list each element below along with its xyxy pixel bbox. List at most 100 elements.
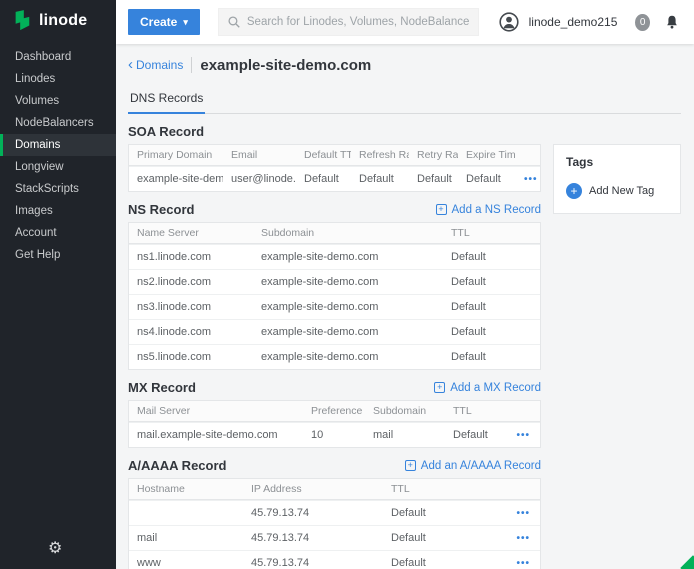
sidebar-nav: Dashboard Linodes Volumes NodeBalancers … bbox=[0, 46, 116, 266]
soa-record-section: SOA Record Primary Domain Email Default … bbox=[128, 124, 541, 192]
ns-record-section: NS Record + Add a NS Record Name Server … bbox=[128, 202, 541, 370]
row-actions-menu-icon[interactable]: ••• bbox=[516, 533, 530, 544]
create-label: Create bbox=[140, 15, 177, 29]
a-table-header: Hostname IP Address TTL bbox=[129, 479, 540, 500]
column-header: IP Address bbox=[243, 479, 383, 499]
side-column: Tags + Add New Tag bbox=[553, 144, 681, 214]
add-mx-record-label: Add a MX Record bbox=[450, 382, 541, 394]
ns-table: Name Server Subdomain TTL ns1.linode.com… bbox=[128, 222, 541, 370]
search-icon bbox=[227, 15, 241, 29]
create-button[interactable]: Create ▾ bbox=[128, 9, 200, 35]
avatar[interactable] bbox=[499, 12, 519, 32]
add-ns-record-button[interactable]: + Add a NS Record bbox=[436, 204, 542, 216]
username[interactable]: linode_demo215 bbox=[529, 15, 618, 29]
user-icon bbox=[499, 12, 519, 32]
mx-record-section: MX Record + Add a MX Record Mail Server … bbox=[128, 380, 541, 448]
table-row: ns2.linode.com example-site-demo.com Def… bbox=[129, 269, 540, 294]
column-header-actions bbox=[516, 151, 540, 159]
sidebar-item-domains[interactable]: Domains bbox=[0, 134, 116, 156]
a-section-head: A/AAAA Record + Add an A/AAAA Record bbox=[128, 458, 541, 473]
soa-table: Primary Domain Email Default TTL Refresh… bbox=[128, 144, 541, 192]
sidebar-item-nodebalancers[interactable]: NodeBalancers bbox=[0, 112, 116, 134]
a-ttl: Default bbox=[383, 501, 506, 525]
search-input[interactable] bbox=[247, 16, 470, 28]
sidebar-item-account[interactable]: Account bbox=[0, 222, 116, 244]
logo-text: linode bbox=[39, 12, 87, 30]
ns-section-title: NS Record bbox=[128, 202, 194, 217]
ns-section-head: NS Record + Add a NS Record bbox=[128, 202, 541, 217]
add-mx-record-button[interactable]: + Add a MX Record bbox=[434, 382, 541, 394]
sidebar-item-volumes[interactable]: Volumes bbox=[0, 90, 116, 112]
ns-name-server: ns4.linode.com bbox=[129, 320, 253, 344]
column-header: Refresh Rate bbox=[351, 145, 409, 165]
ns-name-server: ns2.linode.com bbox=[129, 270, 253, 294]
ns-subdomain: example-site-demo.com bbox=[253, 245, 443, 269]
ns-name-server: ns5.linode.com bbox=[129, 345, 253, 369]
a-hostname: www bbox=[129, 551, 243, 569]
add-new-tag-button[interactable]: + Add New Tag bbox=[566, 183, 668, 199]
column-header: Default TTL bbox=[296, 145, 351, 165]
soa-expire-time: Default bbox=[458, 167, 516, 191]
table-row: mail 45.79.13.74 Default ••• bbox=[129, 525, 540, 550]
ns-table-header: Name Server Subdomain TTL bbox=[129, 223, 540, 244]
sidebar-item-images[interactable]: Images bbox=[0, 200, 116, 222]
row-actions-menu-icon[interactable]: ••• bbox=[516, 430, 530, 441]
ns-subdomain: example-site-demo.com bbox=[253, 270, 443, 294]
app-root: linode Dashboard Linodes Volumes NodeBal… bbox=[0, 0, 694, 569]
column-header: Email bbox=[223, 145, 296, 165]
breadcrumb-divider bbox=[191, 57, 192, 73]
sidebar-item-longview[interactable]: Longview bbox=[0, 156, 116, 178]
table-row: 45.79.13.74 Default ••• bbox=[129, 500, 540, 525]
plus-icon: + bbox=[405, 460, 416, 471]
ns-subdomain: example-site-demo.com bbox=[253, 295, 443, 319]
a-record-section: A/AAAA Record + Add an A/AAAA Record Hos… bbox=[128, 458, 541, 569]
ns-name-server: ns1.linode.com bbox=[129, 245, 253, 269]
bell-icon[interactable] bbox=[664, 14, 680, 30]
soa-table-header: Primary Domain Email Default TTL Refresh… bbox=[129, 145, 540, 166]
column-header: Subdomain bbox=[253, 223, 443, 243]
ns-subdomain: example-site-demo.com bbox=[253, 345, 443, 369]
table-row: example-site-demo.com user@linode.com De… bbox=[129, 166, 540, 191]
a-table: Hostname IP Address TTL 45.79.13.74 Defa… bbox=[128, 478, 541, 569]
table-row: ns4.linode.com example-site-demo.com Def… bbox=[129, 319, 540, 344]
soa-email: user@linode.com bbox=[223, 167, 296, 191]
ns-ttl: Default bbox=[443, 295, 540, 319]
mx-table: Mail Server Preference Subdomain TTL mai… bbox=[128, 400, 541, 448]
breadcrumb-back-link[interactable]: ‹ Domains bbox=[128, 58, 183, 72]
column-header-actions bbox=[506, 485, 540, 493]
soa-refresh-rate: Default bbox=[351, 167, 409, 191]
soa-retry-rate: Default bbox=[409, 167, 458, 191]
ns-ttl: Default bbox=[443, 345, 540, 369]
search-bar[interactable] bbox=[218, 8, 479, 36]
mx-subdomain: mail bbox=[365, 423, 445, 447]
notification-badge[interactable]: 0 bbox=[635, 14, 650, 31]
tab-dns-records[interactable]: DNS Records bbox=[128, 86, 205, 114]
tab-bar: DNS Records bbox=[128, 86, 681, 114]
column-header: Mail Server bbox=[129, 401, 303, 421]
soa-section-head: SOA Record bbox=[128, 124, 541, 139]
soa-primary-domain: example-site-demo.com bbox=[129, 167, 223, 191]
column-header: Name Server bbox=[129, 223, 253, 243]
main-area: Create ▾ linode_demo215 0 bbox=[116, 0, 694, 569]
plus-circle-icon: + bbox=[566, 183, 582, 199]
sidebar-item-get-help[interactable]: Get Help bbox=[0, 244, 116, 266]
a-hostname bbox=[129, 507, 243, 519]
row-actions-menu-icon[interactable]: ••• bbox=[524, 174, 538, 185]
row-actions-menu-icon[interactable]: ••• bbox=[516, 508, 530, 519]
sidebar-item-dashboard[interactable]: Dashboard bbox=[0, 46, 116, 68]
add-a-record-label: Add an A/AAAA Record bbox=[421, 460, 541, 472]
soa-section-title: SOA Record bbox=[128, 124, 204, 139]
row-actions-menu-icon[interactable]: ••• bbox=[516, 558, 530, 569]
tags-panel: Tags + Add New Tag bbox=[553, 144, 681, 214]
a-ip-address: 45.79.13.74 bbox=[243, 526, 383, 550]
add-a-record-button[interactable]: + Add an A/AAAA Record bbox=[405, 460, 541, 472]
settings-gear-icon[interactable]: ⚙ bbox=[48, 541, 62, 557]
ns-subdomain: example-site-demo.com bbox=[253, 320, 443, 344]
sidebar-item-stackscripts[interactable]: StackScripts bbox=[0, 178, 116, 200]
column-header-actions bbox=[506, 407, 540, 415]
topbar: Create ▾ linode_demo215 0 bbox=[116, 0, 694, 44]
linode-logo[interactable]: linode bbox=[0, 0, 116, 42]
mx-table-header: Mail Server Preference Subdomain TTL bbox=[129, 401, 540, 422]
sidebar-item-linodes[interactable]: Linodes bbox=[0, 68, 116, 90]
linode-logo-icon bbox=[12, 10, 32, 32]
